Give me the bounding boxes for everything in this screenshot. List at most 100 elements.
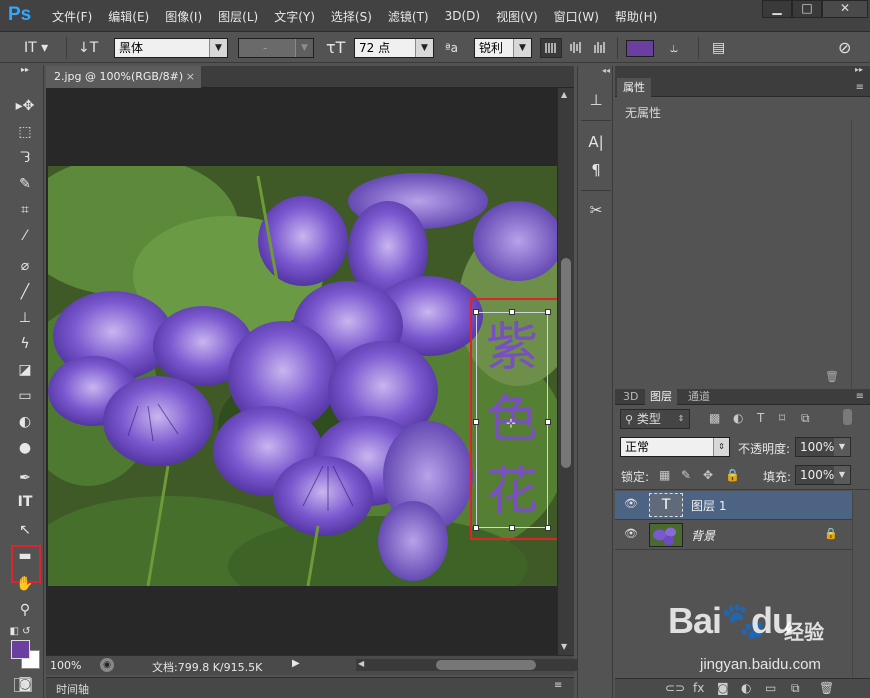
eraser-tool-icon[interactable]: ◪ (13, 359, 37, 381)
move-tool-icon[interactable]: ▸✥ (13, 95, 37, 117)
align-right-button[interactable] (590, 38, 612, 58)
history-panel-icon[interactable]: ⊥ (586, 90, 606, 110)
resize-handle[interactable] (509, 525, 515, 531)
marquee-tool-icon[interactable]: ⬚ (13, 121, 37, 143)
layer-row-background[interactable]: 👁 背景 🔒 (615, 521, 852, 550)
foreground-color-swatch[interactable] (11, 640, 30, 659)
lock-pixels-icon[interactable]: ✎ (681, 468, 691, 482)
character-panel-icon[interactable]: A| (586, 132, 606, 152)
resize-handle[interactable] (545, 309, 551, 315)
brush-tool-icon[interactable]: ╱ (13, 281, 37, 303)
layer-style-icon[interactable]: fx (693, 681, 704, 695)
link-layers-icon[interactable]: ⊂⊃ (665, 681, 685, 695)
align-center-button[interactable] (566, 38, 588, 58)
layer-filter-select[interactable]: ⚲ 类型 ⇕ (620, 409, 690, 429)
close-button[interactable]: ✕ (822, 0, 868, 18)
filter-adjustment-icon[interactable]: ◐ (733, 411, 743, 425)
minimize-button[interactable]: ▁ (762, 0, 792, 18)
warp-text-icon[interactable]: ⥿ (670, 39, 678, 57)
pen-tool-icon[interactable]: ✒ (13, 467, 37, 489)
menu-layer[interactable]: 图层(L) (210, 8, 266, 25)
font-style-select[interactable]: - ▼ (238, 38, 314, 58)
quick-select-tool-icon[interactable]: ✎ (13, 173, 37, 195)
character-panel-icon[interactable]: ▤ (712, 39, 725, 57)
resize-handle[interactable] (545, 419, 551, 425)
font-family-select[interactable]: 黑体 ▼ (114, 38, 228, 58)
cancel-edit-icon[interactable]: ⊘ (838, 39, 851, 57)
panel-menu-icon[interactable]: ≡ (856, 389, 864, 405)
menu-window[interactable]: 窗口(W) (546, 8, 607, 25)
crop-tool-icon[interactable]: ⌗ (13, 199, 37, 221)
text-color-swatch[interactable] (626, 40, 654, 57)
tool-presets-icon[interactable]: ✂ (586, 200, 606, 220)
tab-3d[interactable]: 3D (618, 389, 643, 405)
type-tool-icon[interactable]: IT (13, 491, 37, 513)
timeline-label[interactable]: 时间轴 (56, 681, 89, 697)
filter-type-icon[interactable]: T (757, 411, 764, 425)
document-tab[interactable]: 2.jpg @ 100%(RGB/8#) × (46, 66, 201, 88)
text-orientation-icon[interactable]: ↓T (78, 39, 98, 57)
healing-brush-tool-icon[interactable]: ⌀ (13, 255, 37, 277)
vertical-scroll-thumb[interactable] (561, 258, 571, 468)
resize-handle[interactable] (509, 309, 515, 315)
vertical-scrollbar[interactable]: ▲ ▼ (557, 88, 574, 655)
menu-image[interactable]: 图像(I) (157, 8, 210, 25)
visibility-eye-icon[interactable]: 👁 (624, 527, 638, 540)
new-group-icon[interactable]: ▭ (765, 681, 776, 695)
align-left-button[interactable] (540, 38, 562, 58)
scroll-left-icon[interactable]: ◀ (358, 659, 364, 668)
opacity-input[interactable]: 100% ▼ (795, 437, 851, 457)
menu-type[interactable]: 文字(Y) (266, 8, 323, 25)
filter-pixel-icon[interactable]: ▩ (709, 411, 720, 425)
eyedropper-tool-icon[interactable]: ⁄ (13, 225, 37, 247)
properties-scrollbar[interactable] (851, 120, 865, 390)
lock-all-icon[interactable]: 🔒 (725, 468, 740, 482)
zoom-level[interactable]: 100% (50, 659, 81, 672)
tab-layers[interactable]: 图层 (645, 389, 677, 405)
blend-mode-select[interactable]: 正常 ⇕ (620, 437, 730, 457)
layer-name[interactable]: 背景 (691, 527, 715, 544)
antialias-select[interactable]: 锐利 ▼ (474, 38, 532, 58)
collapse-icon[interactable]: ▸▸ (13, 65, 37, 75)
tab-properties[interactable]: 属性 (617, 78, 651, 97)
fill-input[interactable]: 100% ▼ (795, 465, 851, 485)
paragraph-panel-icon[interactable]: ¶ (586, 160, 606, 180)
rectangle-tool-icon[interactable]: ▬ (13, 545, 37, 567)
lasso-tool-icon[interactable]: ᘊ (13, 147, 37, 169)
gradient-tool-icon[interactable]: ▭ (13, 385, 37, 407)
new-layer-icon[interactable]: ⧉ (791, 681, 800, 696)
layer-row-text[interactable]: 👁 T 图层 1 (615, 491, 852, 520)
filter-toggle[interactable] (843, 409, 852, 425)
screen-mode-icon[interactable]: ▣ (14, 678, 32, 692)
menu-select[interactable]: 选择(S) (323, 8, 380, 25)
history-brush-tool-icon[interactable]: ϟ (13, 333, 37, 355)
delete-layer-icon[interactable]: 🗑 (819, 681, 834, 695)
clone-stamp-tool-icon[interactable]: ⊥ (13, 307, 37, 329)
trash-icon[interactable]: 🗑 (825, 370, 839, 383)
menu-view[interactable]: 视图(V) (488, 8, 546, 25)
layer-name[interactable]: 图层 1 (691, 497, 726, 514)
menu-edit[interactable]: 编辑(E) (100, 8, 157, 25)
scroll-down-icon[interactable]: ▼ (561, 642, 567, 651)
collapse-panels-icon[interactable]: ▸▸ (855, 65, 863, 74)
lock-transparent-icon[interactable]: ▦ (659, 468, 670, 482)
zoom-tool-icon[interactable]: ⚲ (13, 599, 37, 621)
status-info-icon[interactable]: ◉ (100, 658, 114, 672)
panel-menu-icon[interactable]: ≡ (554, 680, 562, 691)
status-menu-arrow-icon[interactable]: ▶ (292, 658, 300, 669)
panel-menu-icon[interactable]: ≡ (856, 78, 864, 97)
tab-channels[interactable]: 通道 (683, 389, 715, 405)
horizontal-scroll-thumb[interactable] (436, 660, 536, 670)
scroll-up-icon[interactable]: ▲ (561, 90, 567, 99)
add-mask-icon[interactable]: ◙ (717, 681, 729, 695)
type-tool-preset-icon[interactable]: IT ▾ (24, 39, 48, 57)
lock-position-icon[interactable]: ✥ (703, 468, 713, 482)
resize-handle[interactable] (545, 525, 551, 531)
close-tab-icon[interactable]: × (186, 66, 195, 88)
horizontal-scrollbar[interactable]: ◀ ▶ (356, 659, 596, 671)
expand-panels-icon[interactable]: ◂◂ (602, 66, 610, 75)
filter-shape-icon[interactable]: ⌑ (779, 411, 785, 425)
path-selection-tool-icon[interactable]: ↖ (13, 519, 37, 541)
resize-handle[interactable] (473, 525, 479, 531)
menu-help[interactable]: 帮助(H) (607, 8, 665, 25)
